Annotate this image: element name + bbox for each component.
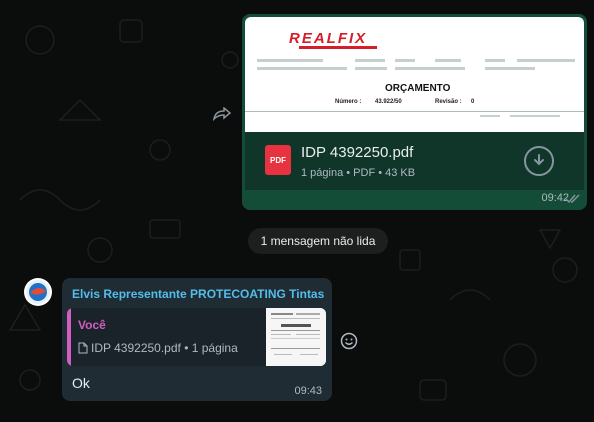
emoji-reaction-button[interactable] <box>338 330 360 352</box>
preview-logo: REALFIX <box>289 30 368 47</box>
preview-text-line <box>355 59 385 62</box>
preview-number-value: 43.922/50 <box>375 99 402 105</box>
preview-text-line <box>395 59 415 62</box>
preview-text-line <box>395 67 465 70</box>
emoji-icon <box>340 332 358 350</box>
download-icon <box>534 154 544 166</box>
avatar-image <box>26 280 50 304</box>
pdf-file-icon: PDF <box>265 145 291 175</box>
document-file-meta: 1 página • PDF • 43 KB <box>301 167 416 179</box>
preview-text-line <box>355 67 387 70</box>
preview-doc-title: ORÇAMENTO <box>385 83 451 94</box>
quote-accent-bar <box>67 308 71 366</box>
preview-text-line <box>510 115 560 117</box>
incoming-message-time: 09:43 <box>294 385 322 397</box>
preview-text-line <box>257 67 347 70</box>
forward-button[interactable] <box>208 100 236 128</box>
quote-author: Você <box>78 318 106 332</box>
sender-name[interactable]: Elvis Representante PROTECOATING Tintas <box>72 287 324 301</box>
quote-text-row: IDP 4392250.pdf • 1 página <box>78 341 238 355</box>
incoming-message[interactable]: Elvis Representante PROTECOATING Tintas … <box>62 278 332 401</box>
preview-text-line <box>480 115 500 117</box>
document-icon <box>78 342 88 354</box>
double-check-icon <box>565 194 580 204</box>
forward-icon <box>213 107 231 121</box>
document-preview[interactable]: REALFIX ORÇAMENTO Número : 43.922/50 Rev… <box>245 17 584 132</box>
unread-messages-banner: 1 mensagem não lida <box>248 228 388 254</box>
avatar[interactable] <box>24 278 52 306</box>
preview-text-line <box>485 59 505 62</box>
preview-revision-value: 0 <box>471 99 475 105</box>
download-button[interactable] <box>524 146 554 176</box>
preview-text-line <box>517 59 575 62</box>
preview-number-label: Número : <box>335 99 362 105</box>
quote-text: IDP 4392250.pdf • 1 página <box>91 341 238 355</box>
preview-text-line <box>257 59 323 62</box>
preview-divider <box>245 111 584 112</box>
preview-text-line <box>435 59 461 62</box>
outgoing-document-message[interactable]: REALFIX ORÇAMENTO Número : 43.922/50 Rev… <box>242 14 587 210</box>
document-file-name: IDP 4392250.pdf <box>301 144 414 161</box>
message-text: Ok <box>72 375 90 391</box>
quote-document-thumbnail <box>266 308 326 366</box>
preview-revision-label: Revisão : <box>435 99 462 105</box>
pdf-badge-label: PDF <box>270 155 286 165</box>
document-file-row[interactable]: PDF IDP 4392250.pdf 1 página • PDF • 43 … <box>245 132 584 190</box>
preview-text-line <box>485 67 535 70</box>
quoted-message[interactable]: Você IDP 4392250.pdf • 1 página <box>67 308 326 366</box>
preview-logo-underline <box>299 46 377 49</box>
